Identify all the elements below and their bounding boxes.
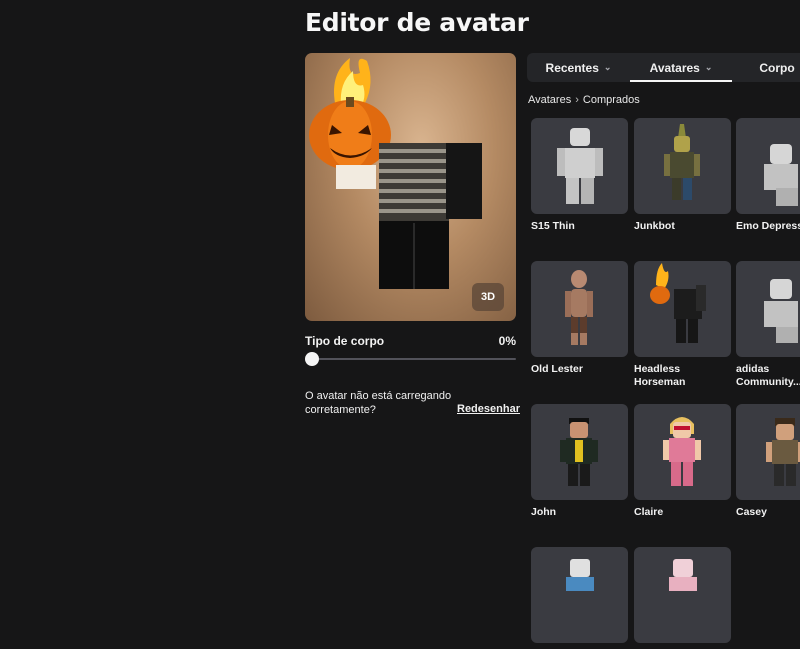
avatar-name: Claire — [634, 506, 664, 518]
avatar-card-adidas-community[interactable]: adidas Community... — [736, 261, 800, 389]
avatar-card-john[interactable]: John — [531, 404, 628, 519]
avatar-name: Old Lester — [531, 363, 583, 375]
view-3d-toggle-button[interactable]: 3D — [472, 283, 504, 311]
avatar-figure-icon — [565, 270, 593, 345]
tab-label: Avatares — [649, 60, 700, 75]
avatar-name: Headless Horseman — [634, 363, 686, 388]
avatar-figure-icon — [557, 128, 603, 204]
avatar-thumbnail[interactable] — [531, 547, 628, 643]
body-type-slider[interactable] — [305, 352, 516, 366]
avatar-figure-icon — [764, 279, 798, 343]
avatar-card[interactable] — [531, 547, 628, 649]
avatar-card[interactable] — [634, 547, 731, 649]
tab-recentes[interactable]: Recentes ⌄ — [527, 53, 630, 82]
slider-track[interactable] — [305, 358, 516, 360]
avatar-thumbnail[interactable] — [736, 261, 800, 357]
page-title: Editor de avatar — [305, 8, 529, 37]
avatar-figure-icon — [560, 418, 598, 486]
avatar-figure-icon — [669, 559, 697, 591]
avatar-figure-icon — [566, 559, 594, 591]
avatar-card-headless-horseman[interactable]: Headless Horseman — [634, 261, 731, 389]
body-type-row: Tipo de corpo 0% — [305, 334, 516, 348]
breadcrumb: Avatares › Comprados — [528, 94, 640, 106]
tab-corpo[interactable]: Corpo — [732, 53, 800, 82]
avatar-card-casey[interactable]: Casey — [736, 404, 800, 519]
avatar-name: Casey — [736, 506, 767, 518]
avatar-figure-icon — [663, 417, 701, 486]
body-type-label: Tipo de corpo — [305, 334, 385, 348]
avatar-card-claire[interactable]: Claire — [634, 404, 731, 519]
tab-avatares[interactable]: Avatares ⌄ — [630, 53, 732, 82]
chevron-down-icon: ⌄ — [603, 62, 612, 72]
avatar-name: adidas Community... — [736, 363, 800, 388]
avatar-thumbnail[interactable] — [634, 404, 731, 500]
avatar-render — [309, 58, 482, 289]
avatar-preview[interactable]: 3D — [305, 53, 516, 321]
avatar-thumbnail[interactable] — [531, 261, 628, 357]
loading-help-text: O avatar não está carregando corretament… — [305, 390, 452, 416]
avatar-thumbnail[interactable] — [531, 118, 628, 214]
avatar-figure-icon — [764, 144, 798, 206]
breadcrumb-current: Comprados — [582, 94, 640, 106]
avatar-thumbnail[interactable] — [736, 118, 800, 214]
chevron-down-icon: ⌄ — [704, 62, 713, 72]
avatar-card-emo-depress[interactable]: Emo Depress — [736, 118, 800, 233]
avatar-figure-icon — [766, 418, 800, 486]
avatar-name: Junkbot — [634, 220, 675, 232]
avatar-thumbnail[interactable] — [634, 118, 731, 214]
tab-label: Recentes — [545, 60, 599, 75]
avatar-thumbnail[interactable] — [736, 404, 800, 500]
avatar-thumbnail[interactable] — [634, 547, 731, 643]
avatar-thumbnail[interactable] — [634, 261, 731, 357]
avatar-card-old-lester[interactable]: Old Lester — [531, 261, 628, 376]
avatar-name: S15 Thin — [531, 220, 575, 232]
avatar-card-junkbot[interactable]: Junkbot — [634, 118, 731, 233]
avatar-figure-icon — [650, 263, 706, 343]
breadcrumb-root[interactable]: Avatares — [528, 94, 571, 106]
body-type-value: 0% — [498, 334, 516, 348]
avatar-name: John — [531, 506, 557, 518]
avatar-figure-icon — [664, 124, 700, 200]
avatar-thumbnail[interactable] — [531, 404, 628, 500]
category-tabs: Recentes ⌄ Avatares ⌄ Corpo — [527, 53, 800, 82]
chevron-right-icon: › — [575, 94, 579, 106]
slider-thumb[interactable] — [305, 352, 319, 366]
avatar-name: Emo Depress — [736, 220, 800, 232]
avatar-card-s15-thin[interactable]: S15 Thin — [531, 118, 628, 233]
redraw-link[interactable]: Redesenhar — [457, 403, 520, 415]
tab-label: Corpo — [759, 60, 795, 75]
